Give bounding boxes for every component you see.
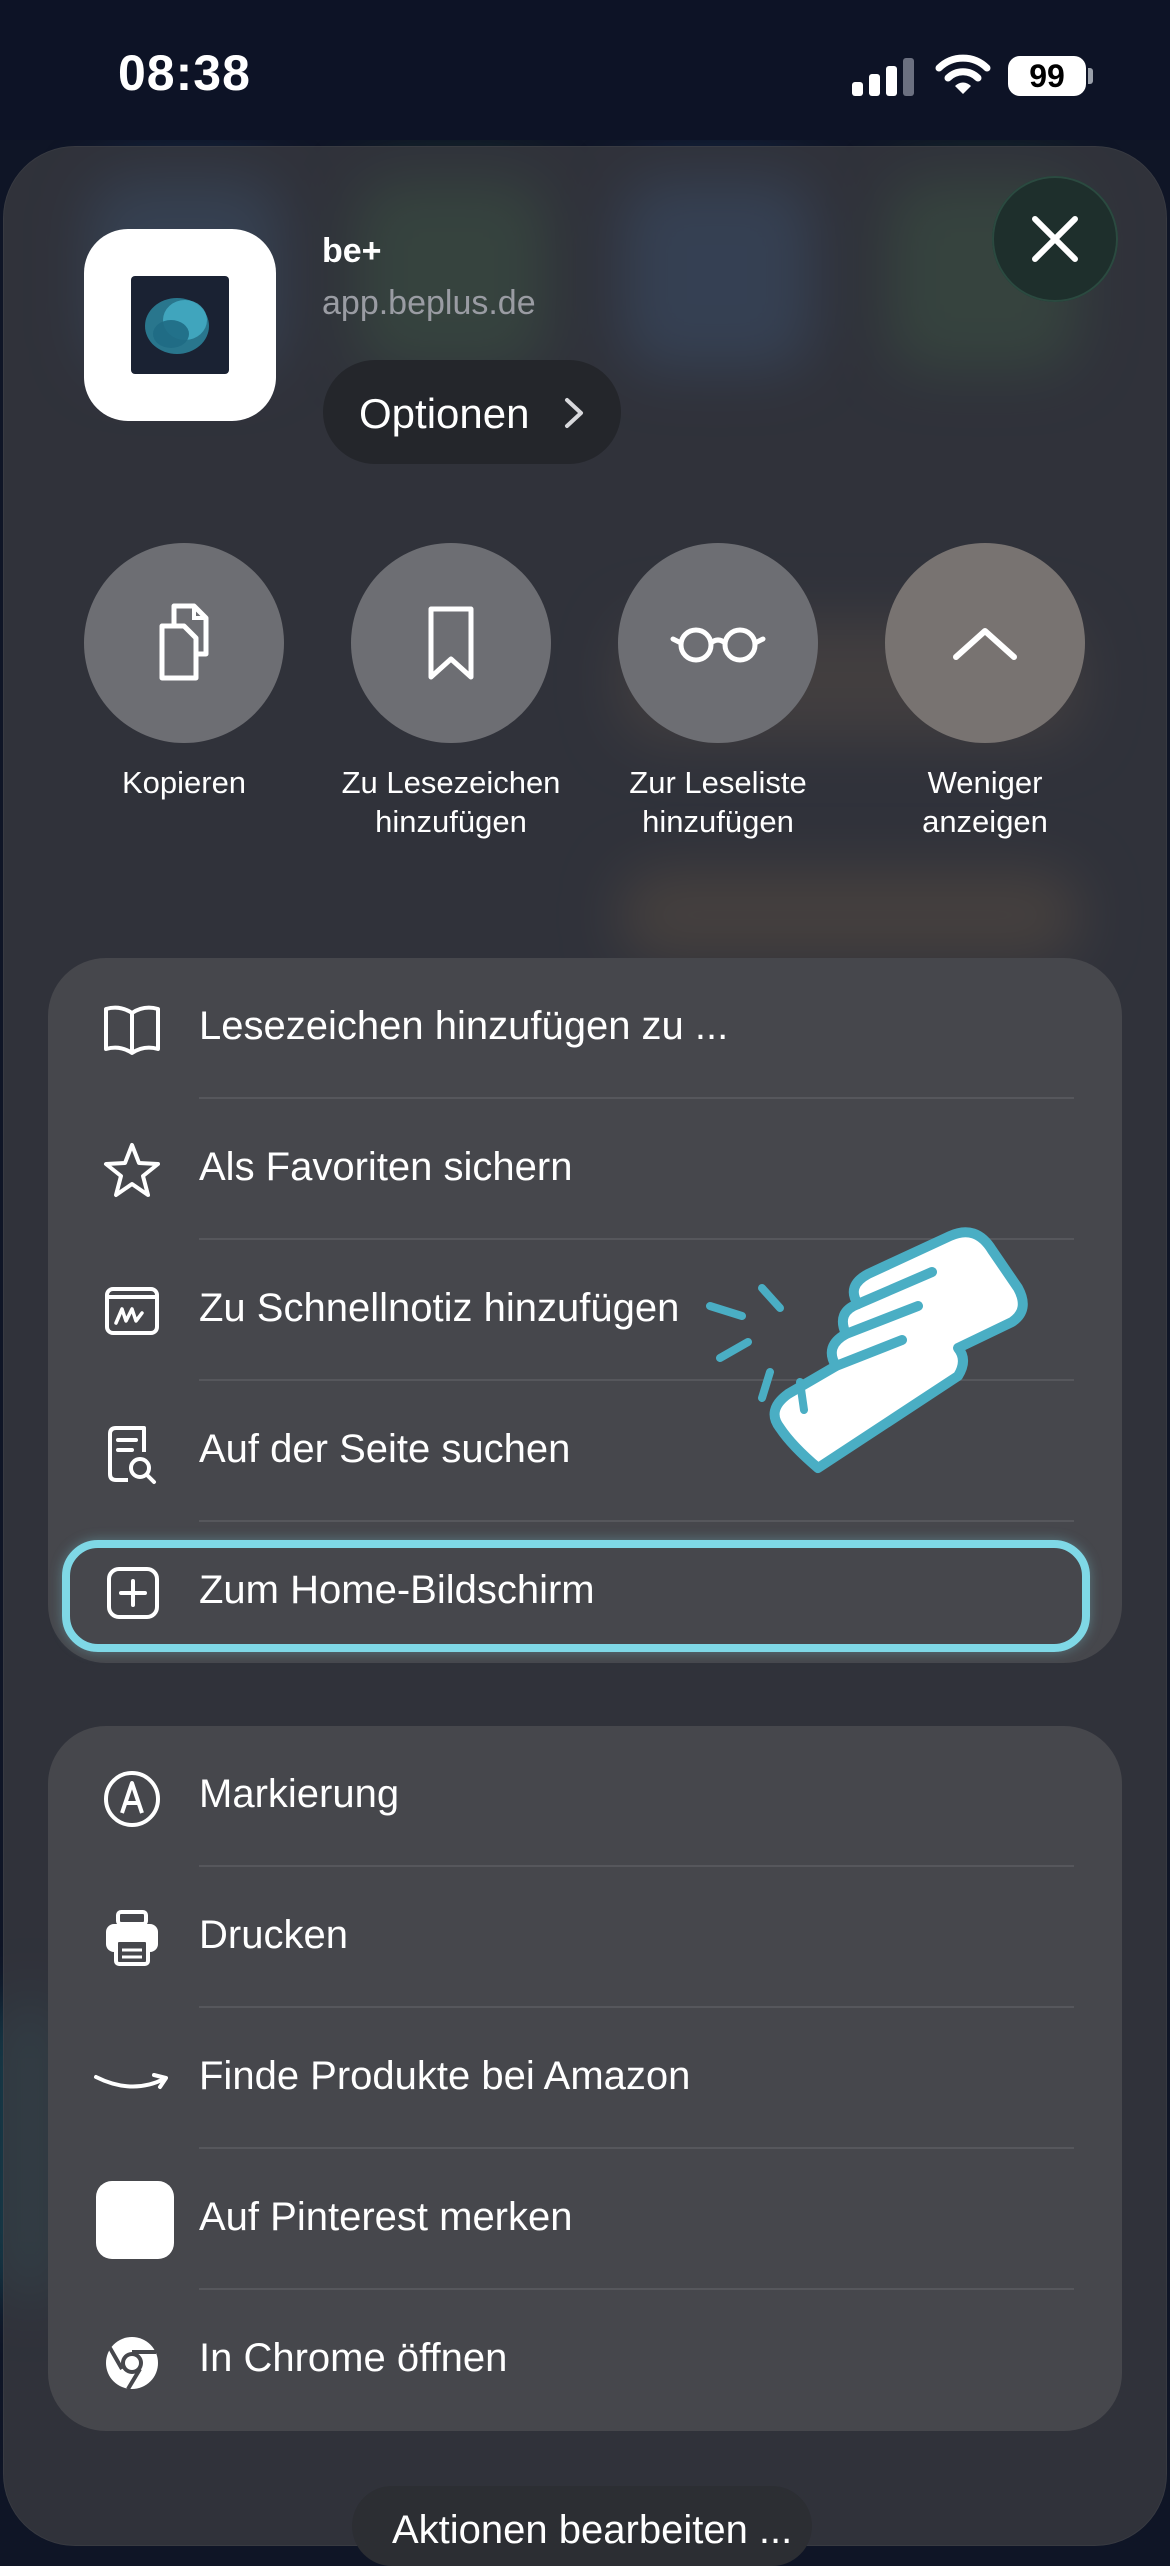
cellular-signal-icon xyxy=(852,56,916,96)
glasses-icon xyxy=(670,627,766,663)
find-on-page-icon xyxy=(102,1424,162,1484)
battery-tip xyxy=(1088,68,1093,84)
action-copy[interactable]: Kopieren xyxy=(84,543,284,802)
edit-actions-button[interactable]: Aktionen bearbeiten ... xyxy=(352,2486,812,2566)
app-url: app.beplus.de xyxy=(322,284,536,322)
star-icon xyxy=(102,1142,162,1198)
menu-item-markup[interactable]: Markierung xyxy=(48,1726,1122,1867)
bookmark-icon xyxy=(428,606,474,680)
pointing-hand-icon xyxy=(700,1200,1060,1560)
menu-item-label: Auf Pinterest merken xyxy=(199,2195,573,2239)
status-time: 08:38 xyxy=(118,45,251,101)
action-reading-list[interactable]: Zur Leseliste hinzufügen xyxy=(618,543,818,841)
chevron-right-icon xyxy=(559,396,589,430)
chevron-up-icon xyxy=(953,628,1017,660)
menu-item-print[interactable]: Drucken xyxy=(48,1867,1122,2008)
action-show-less[interactable]: Weniger anzeigen xyxy=(885,543,1085,841)
close-icon xyxy=(1032,216,1078,262)
action-label: Zur Leseliste hinzufügen xyxy=(629,765,807,839)
menu-item-label: Als Favoriten sichern xyxy=(199,1145,573,1189)
options-button[interactable]: Optionen xyxy=(323,360,621,464)
amazon-icon xyxy=(92,2051,168,2107)
menu-item-open-in-chrome[interactable]: In Chrome öffnen xyxy=(48,2290,1122,2431)
menu-item-label: Finde Produkte bei Amazon xyxy=(199,2054,691,2098)
close-button[interactable] xyxy=(992,176,1118,302)
printer-icon xyxy=(102,1910,162,1966)
pinterest-icon xyxy=(96,2181,174,2259)
menu-item-label: Lesezeichen hinzufügen zu ... xyxy=(199,1004,729,1048)
menu-item-label: Drucken xyxy=(199,1913,348,1957)
app-icon xyxy=(84,229,276,421)
app-name: be+ xyxy=(322,232,382,270)
action-label: Kopieren xyxy=(121,765,247,800)
menu-item-add-bookmark-to[interactable]: Lesezeichen hinzufügen zu ... xyxy=(48,958,1122,1099)
book-icon xyxy=(102,1001,162,1057)
wifi-icon xyxy=(935,52,991,96)
menu-item-label: Zu Schnellnotiz hinzufügen xyxy=(199,1286,680,1330)
edit-actions-label: Aktionen bearbeiten ... xyxy=(392,2508,793,2552)
quick-note-icon xyxy=(102,1283,162,1339)
action-label: Weniger anzeigen xyxy=(922,765,1048,839)
menu-item-label: Auf der Seite suchen xyxy=(199,1427,571,1471)
menu-item-label: Markierung xyxy=(199,1772,400,1816)
chrome-icon xyxy=(102,2333,162,2391)
copy-icon xyxy=(159,603,209,681)
menu-item-pinterest[interactable]: Auf Pinterest merken xyxy=(48,2149,1122,2290)
markup-icon xyxy=(102,1769,162,1827)
action-bookmark[interactable]: Zu Lesezeichen hinzufügen xyxy=(342,543,560,841)
menu-group-secondary: Markierung Drucken Finde Produkte bei Am… xyxy=(48,1726,1122,2431)
options-label: Optionen xyxy=(359,390,530,437)
status-bar: 08:38 99 xyxy=(0,0,1170,140)
battery-indicator: 99 xyxy=(1008,56,1086,96)
action-label: Zu Lesezeichen hinzufügen xyxy=(341,765,561,839)
menu-item-label: In Chrome öffnen xyxy=(199,2336,508,2380)
menu-item-amazon[interactable]: Finde Produkte bei Amazon xyxy=(48,2008,1122,2149)
